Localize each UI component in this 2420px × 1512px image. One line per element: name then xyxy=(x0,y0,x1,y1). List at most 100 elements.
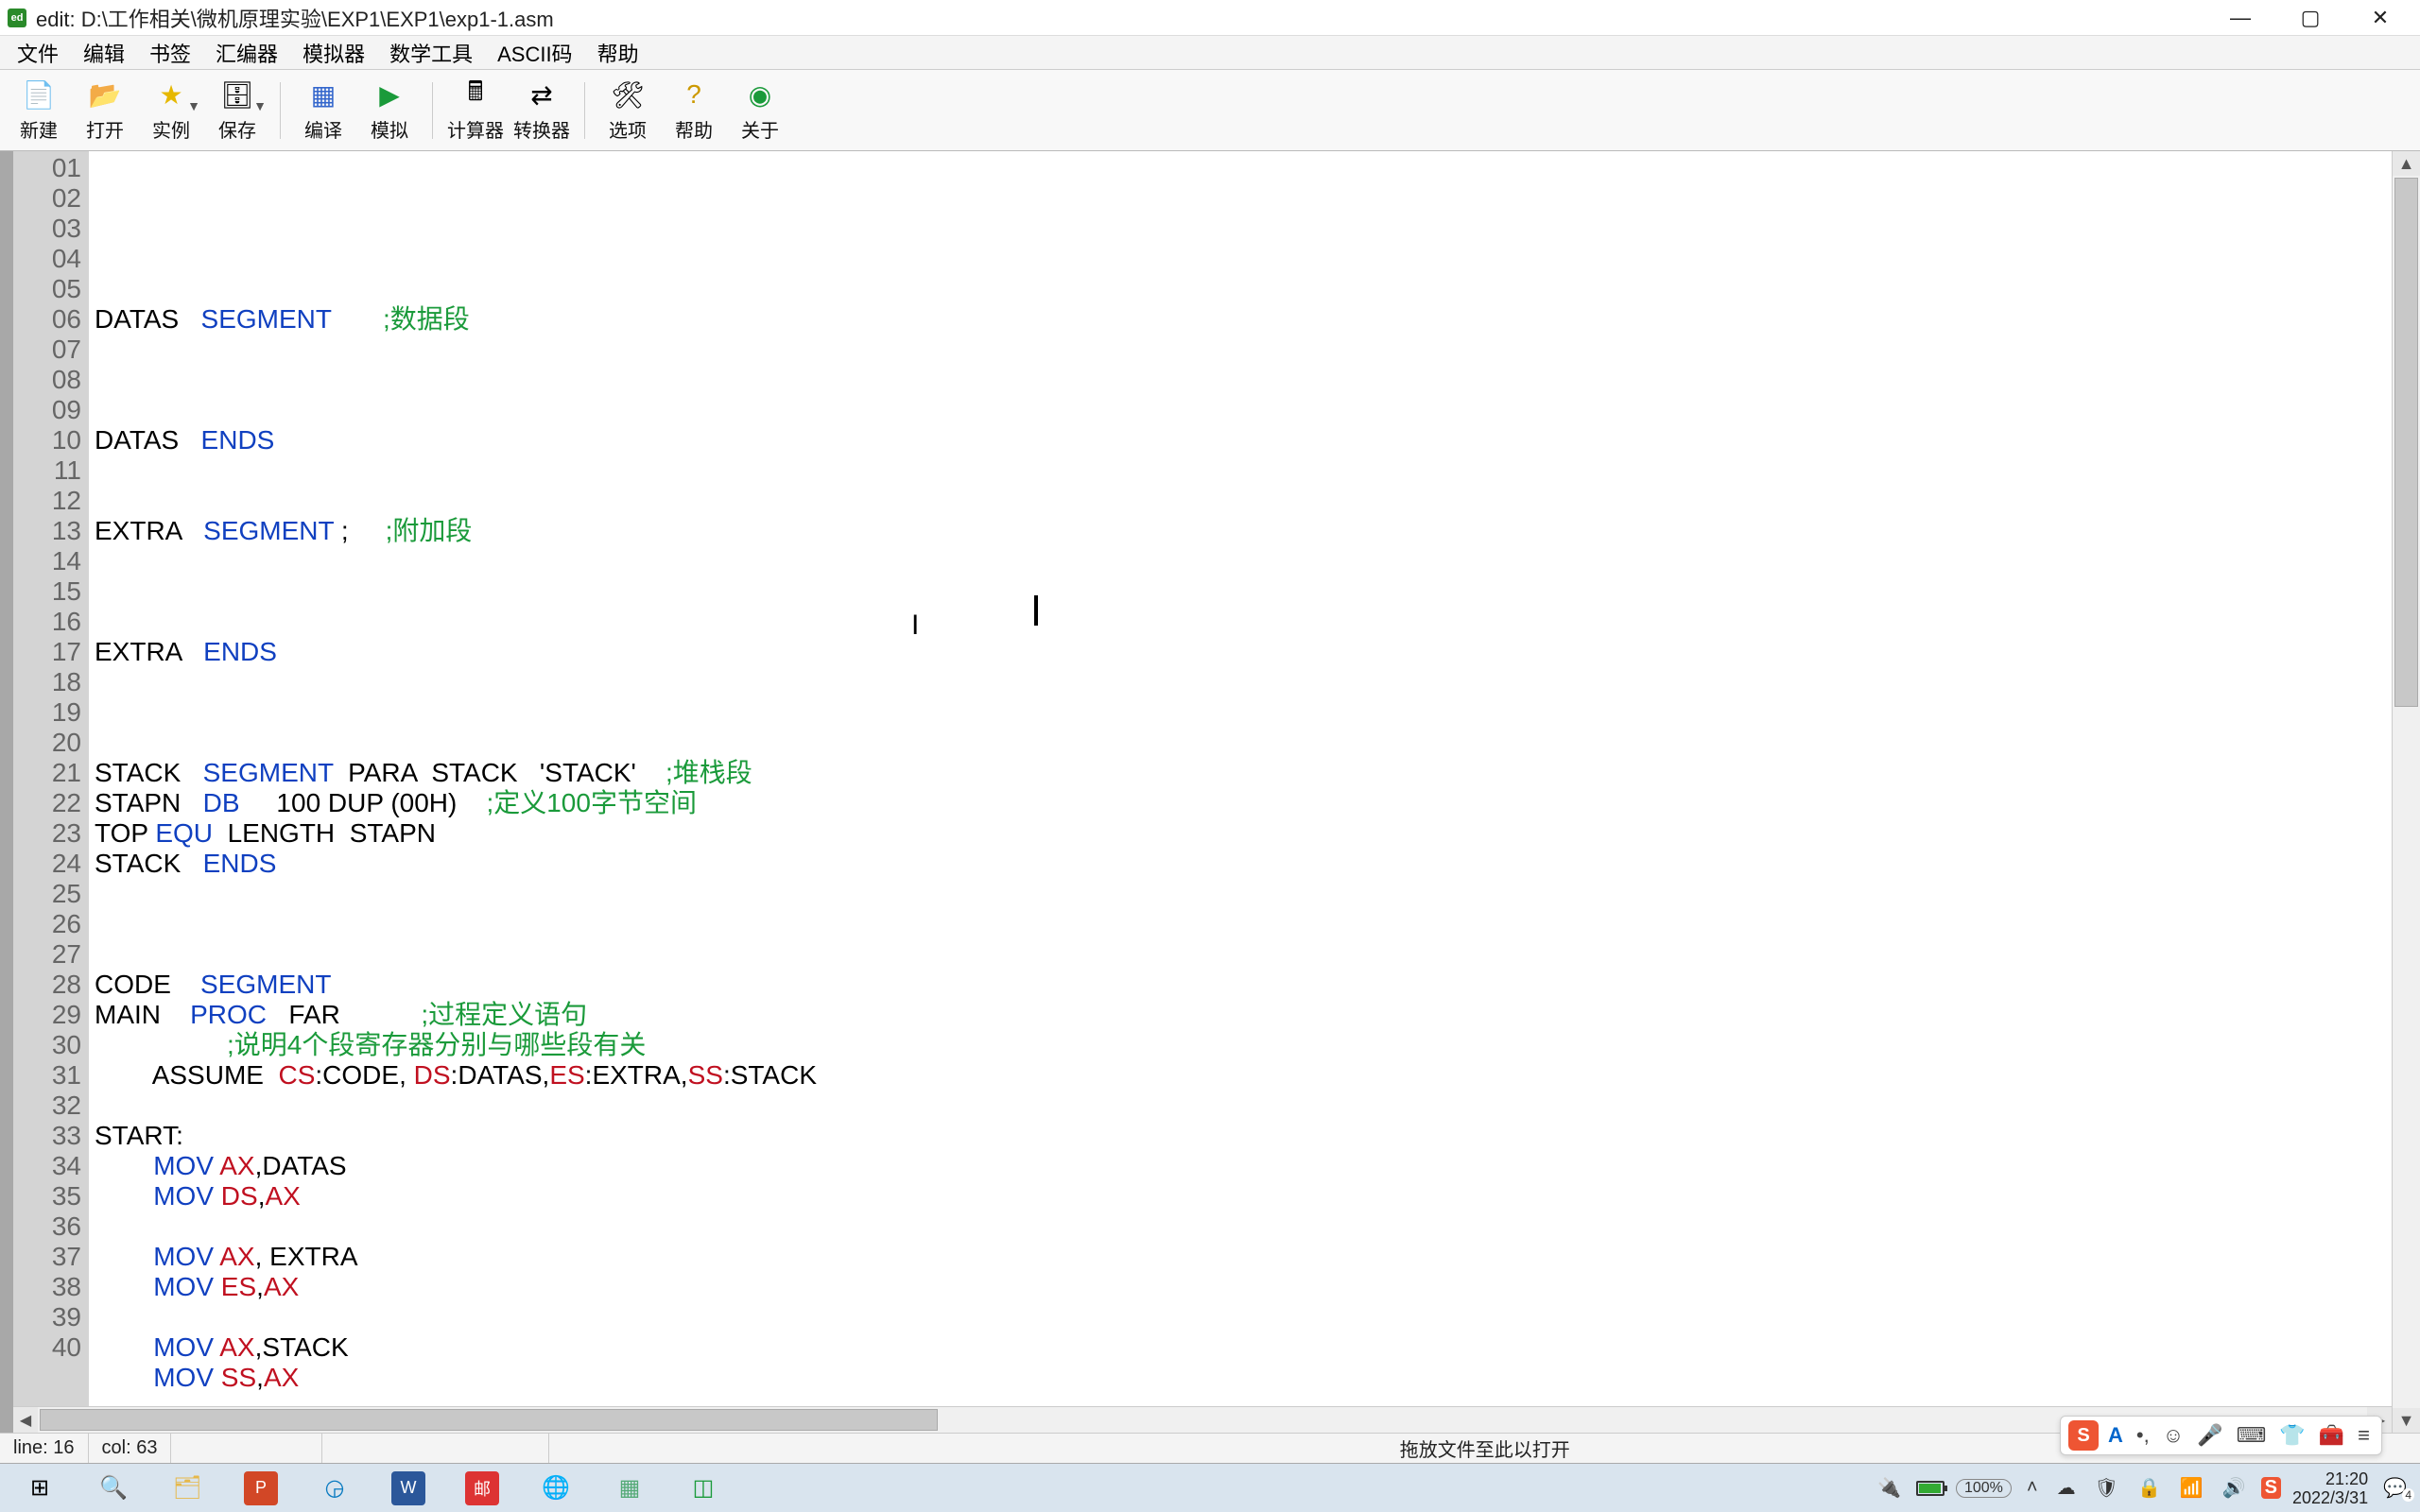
menu-7[interactable]: 帮助 xyxy=(586,34,650,72)
code-line[interactable] xyxy=(95,939,2414,970)
start-button[interactable]: ⊞ xyxy=(23,1471,57,1505)
tb-关于[interactable]: ◉关于 xyxy=(727,74,793,147)
ime-toolbar[interactable]: S A •, ☺ 🎤 ⌨ 👕 🧰 ≡ xyxy=(2060,1416,2382,1455)
emu-icon[interactable]: ◫ xyxy=(686,1471,720,1505)
file-explorer-icon[interactable]: 🗂 xyxy=(170,1471,204,1505)
ime-tray-icon[interactable]: S xyxy=(2261,1477,2281,1499)
code-line[interactable] xyxy=(95,576,2414,607)
menu-0[interactable]: 文件 xyxy=(6,34,70,72)
ime-menu-icon[interactable]: ≡ xyxy=(2354,1423,2374,1448)
code-line[interactable]: ASSUME CS:CODE, DS:DATAS,ES:EXTRA,SS:STA… xyxy=(95,1060,2414,1091)
code-line[interactable]: MAIN PROC FAR ;过程定义语句 xyxy=(95,1000,2414,1030)
code-line[interactable]: CODE SEGMENT xyxy=(95,970,2414,1000)
mail-icon[interactable]: 邮 xyxy=(465,1471,499,1505)
tb-模拟[interactable]: ▶模拟 xyxy=(356,74,423,147)
scroll-left-icon[interactable]: ◀ xyxy=(13,1407,38,1433)
tb-选项[interactable]: 🛠选项 xyxy=(595,74,661,147)
code-line[interactable]: DATAS SEGMENT ;数据段 xyxy=(95,304,2414,335)
maximize-button[interactable]: ▢ xyxy=(2290,4,2331,32)
cloud-icon[interactable]: ☁ xyxy=(2053,1476,2080,1500)
wifi-icon[interactable]: 📶 xyxy=(2176,1476,2207,1500)
code-line[interactable]: EXTRA SEGMENT ; ;附加段 xyxy=(95,516,2414,546)
code-line[interactable] xyxy=(95,455,2414,486)
browser-icon[interactable]: 🌐 xyxy=(539,1471,573,1505)
code-line[interactable] xyxy=(95,395,2414,425)
menu-6[interactable]: ASCII码 xyxy=(486,34,583,72)
close-button[interactable]: ✕ xyxy=(2360,4,2401,32)
tb-计算器[interactable]: 🖩计算器 xyxy=(442,74,509,147)
tb-新建[interactable]: 📄新建 xyxy=(6,74,72,147)
horizontal-scrollbar[interactable]: ◀ ▶ xyxy=(13,1406,2392,1433)
code-area[interactable]: I DATAS SEGMENT ;数据段DATAS ENDSEXTRA SEGM… xyxy=(89,151,2420,1433)
menu-5[interactable]: 数学工具 xyxy=(378,34,484,72)
code-line[interactable] xyxy=(95,607,2414,637)
code-line[interactable]: STACK ENDS xyxy=(95,849,2414,879)
chevron-up-icon[interactable]: ˄ xyxy=(2023,1477,2042,1499)
code-line[interactable]: STAPN DB 100 DUP (00H) ;定义100字节空间 xyxy=(95,788,2414,818)
code-line[interactable] xyxy=(95,546,2414,576)
code-line[interactable]: DATAS ENDS xyxy=(95,425,2414,455)
vertical-scrollbar[interactable]: ▲ ▼ xyxy=(2392,151,2420,1433)
code-line[interactable] xyxy=(95,1211,2414,1242)
code-line[interactable] xyxy=(95,728,2414,758)
edge-icon[interactable]: ◶ xyxy=(318,1471,352,1505)
menu-1[interactable]: 编辑 xyxy=(72,34,136,72)
code-line[interactable]: STACK SEGMENT PARA STACK 'STACK' ;堆栈段 xyxy=(95,758,2414,788)
code-line[interactable]: MOV SS,AX xyxy=(95,1363,2414,1393)
code-line[interactable] xyxy=(95,486,2414,516)
tb-打开[interactable]: 📂打开 xyxy=(72,74,138,147)
tb-编译[interactable]: ▦编译 xyxy=(290,74,356,147)
battery-icon[interactable] xyxy=(1916,1481,1945,1496)
scroll-down-icon[interactable]: ▼ xyxy=(2393,1408,2420,1433)
minimize-button[interactable]: — xyxy=(2220,4,2261,32)
powerpoint-icon[interactable]: P xyxy=(244,1471,278,1505)
volume-icon[interactable]: 🔊 xyxy=(2219,1476,2250,1500)
code-line[interactable] xyxy=(95,365,2414,395)
code-line[interactable]: MOV ES,AX xyxy=(95,1272,2414,1302)
code-line[interactable]: TOP EQU LENGTH STAPN xyxy=(95,818,2414,849)
menu-4[interactable]: 模拟器 xyxy=(291,34,376,72)
vscroll-thumb[interactable] xyxy=(2394,178,2418,707)
tb-实例[interactable]: ★实例▼ xyxy=(138,74,204,147)
menu-2[interactable]: 书签 xyxy=(138,34,202,72)
code-line[interactable]: EXTRA ENDS xyxy=(95,637,2414,667)
ime-keyboard-icon[interactable]: ⌨ xyxy=(2233,1423,2271,1448)
code-line[interactable]: MOV AX,DATAS xyxy=(95,1151,2414,1181)
clock[interactable]: 21:20 2022/3/31 xyxy=(2292,1469,2368,1507)
lock-icon[interactable]: 🔒 xyxy=(2134,1476,2165,1500)
code-line[interactable]: ;说明4个段寄存器分别与哪些段有关 xyxy=(95,1030,2414,1060)
code-line[interactable] xyxy=(95,335,2414,365)
code-line[interactable] xyxy=(95,879,2414,909)
code-line[interactable] xyxy=(95,667,2414,697)
ime-letter-icon[interactable]: A xyxy=(2104,1423,2127,1448)
tb-转换器[interactable]: ⇄转换器 xyxy=(509,74,575,147)
code-line[interactable] xyxy=(95,697,2414,728)
ime-mic-icon[interactable]: 🎤 xyxy=(2193,1423,2226,1448)
code-line[interactable]: MOV AX,STACK xyxy=(95,1332,2414,1363)
notification-icon[interactable]: 💬4 xyxy=(2379,1476,2411,1500)
ime-punct-icon[interactable]: •, xyxy=(2133,1423,2153,1448)
code-line[interactable] xyxy=(95,1302,2414,1332)
menu-3[interactable]: 汇编器 xyxy=(204,34,289,72)
zoom-badge[interactable]: 100% xyxy=(1956,1479,2012,1498)
tb-帮助[interactable]: ?帮助 xyxy=(661,74,727,147)
code-line[interactable]: MOV DS,AX xyxy=(95,1181,2414,1211)
code-line[interactable] xyxy=(95,909,2414,939)
tb-保存[interactable]: 🗄保存▼ xyxy=(204,74,270,147)
defender-icon[interactable]: 🛡 xyxy=(2091,1476,2122,1500)
code-line[interactable] xyxy=(95,274,2414,304)
app1-icon[interactable]: ▦ xyxy=(613,1471,647,1505)
code-line[interactable]: MOV AX, EXTRA xyxy=(95,1242,2414,1272)
ime-skin-icon[interactable]: 👕 xyxy=(2275,1423,2308,1448)
chevron-down-icon[interactable]: ▼ xyxy=(253,98,267,113)
word-icon[interactable]: W xyxy=(391,1471,425,1505)
chevron-down-icon[interactable]: ▼ xyxy=(187,98,200,113)
ime-toolbox-icon[interactable]: 🧰 xyxy=(2315,1423,2348,1448)
scroll-up-icon[interactable]: ▲ xyxy=(2393,151,2420,176)
code-line[interactable] xyxy=(95,1091,2414,1121)
hscroll-thumb[interactable] xyxy=(40,1409,938,1431)
ime-logo-icon[interactable]: S xyxy=(2068,1420,2099,1451)
search-icon[interactable]: 🔍 xyxy=(96,1471,130,1505)
ime-face-icon[interactable]: ☺ xyxy=(2159,1423,2187,1448)
power-icon[interactable]: 🔌 xyxy=(1874,1476,1905,1500)
